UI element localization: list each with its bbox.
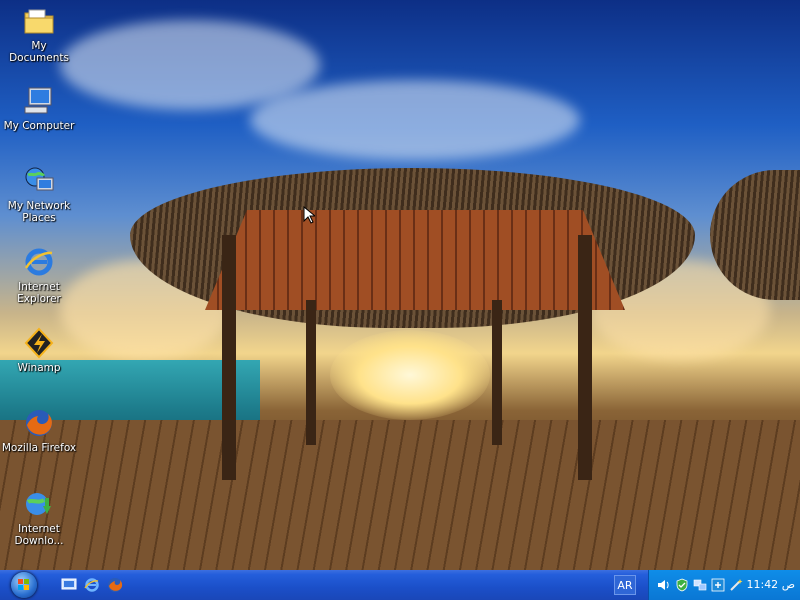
internet-explorer-icon	[22, 245, 56, 279]
wallpaper-hut-ceiling	[205, 210, 625, 310]
update-icon[interactable]	[711, 577, 725, 592]
desktop-icon-label: Internet Downlo...	[14, 523, 64, 547]
computer-icon	[22, 84, 56, 118]
network-icon[interactable]	[693, 577, 707, 591]
wallpaper-deck	[0, 420, 800, 570]
desktop-icon-my-computer[interactable]: My Computer	[0, 84, 78, 132]
desktop-icon-label: Winamp	[17, 362, 61, 374]
taskbar-clock[interactable]: 11:42 ص	[746, 578, 795, 591]
wallpaper-pillar	[222, 235, 236, 480]
desktop-icon-mozilla-firefox[interactable]: Mozilla Firefox	[0, 406, 78, 454]
desktop-icon-label: My Documents	[9, 40, 69, 64]
desktop-icon-internet-download-manager[interactable]: Internet Downlo...	[0, 487, 78, 547]
desktop-icon-my-network-places[interactable]: My Network Places	[0, 164, 78, 224]
wallpaper-pillar	[492, 300, 502, 445]
desktop-icon-my-documents[interactable]: My Documents	[0, 4, 78, 64]
show-desktop-icon[interactable]	[60, 576, 78, 594]
folder-documents-icon	[22, 4, 56, 38]
mouse-cursor-icon	[303, 206, 315, 224]
wallpaper-pillar	[578, 235, 592, 480]
wallpaper-cloud	[250, 80, 580, 160]
language-indicator[interactable]: AR	[614, 575, 636, 595]
taskbar: AR 11:42 ص	[0, 570, 800, 600]
desktop-icon-label: My Network Places	[7, 200, 71, 224]
wand-icon[interactable]	[729, 577, 743, 591]
volume-icon[interactable]	[657, 577, 671, 591]
network-places-icon	[22, 164, 56, 198]
firefox-icon[interactable]	[106, 576, 124, 594]
wallpaper-pillar	[306, 300, 316, 445]
desktop-icon-label: Internet Explorer	[17, 281, 61, 305]
wallpaper-sun	[330, 330, 490, 420]
start-button[interactable]	[4, 571, 44, 599]
desktop-wallpaper	[0, 0, 800, 570]
desktop-icon-label: Mozilla Firefox	[1, 442, 77, 454]
winamp-icon	[22, 326, 56, 360]
system-tray: 11:42 ص	[648, 570, 800, 600]
firefox-icon	[22, 406, 56, 440]
internet-explorer-icon[interactable]	[83, 576, 101, 594]
desktop-icon-internet-explorer[interactable]: Internet Explorer	[0, 245, 78, 305]
desktop-icon-winamp[interactable]: Winamp	[0, 326, 78, 374]
desktop-icon-label: My Computer	[3, 120, 75, 132]
internet-download-manager-icon	[22, 487, 56, 521]
security-shield-icon[interactable]	[675, 577, 689, 592]
windows-logo-icon	[11, 572, 37, 598]
